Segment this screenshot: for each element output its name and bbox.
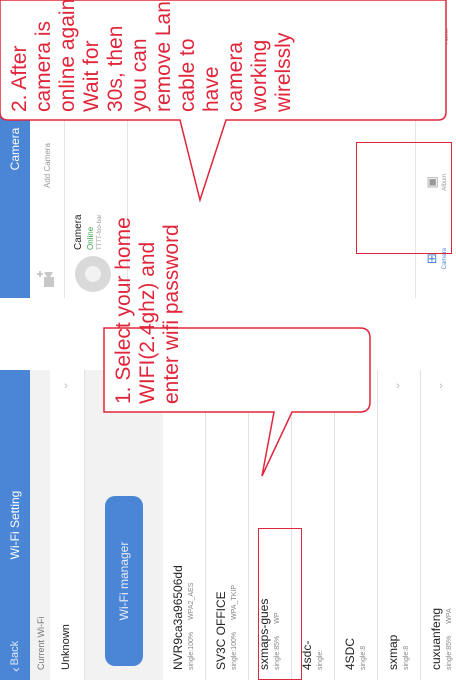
current-wifi-value: Unknown bbox=[60, 624, 72, 670]
network-row[interactable]: NVR9ca3a96506dd single:100%WPA2_AES › bbox=[163, 370, 206, 680]
network-ssid: cuxuanfeng bbox=[429, 607, 443, 670]
chevron-right-icon: › bbox=[396, 379, 400, 392]
network-meta: single:8 bbox=[360, 622, 367, 670]
network-security: WP bbox=[274, 612, 281, 624]
callout-line: have camera bbox=[200, 41, 247, 112]
network-row[interactable]: sxmap single:8 › bbox=[378, 370, 421, 680]
network-list: NVR9ca3a96506dd single:100%WPA2_AES › SV3C … bbox=[163, 370, 456, 680]
add-camera-label: Add Camera bbox=[42, 143, 52, 188]
network-row[interactable]: 4SDC single:8 › bbox=[335, 370, 378, 680]
network-meta: single:100% WPA2_AES bbox=[188, 571, 195, 670]
network-ssid: 4SDC bbox=[343, 637, 357, 670]
network-ssid: NVR9ca3a96506dd bbox=[171, 565, 185, 670]
camera-status: Online bbox=[86, 226, 95, 250]
network-meta: single: bbox=[317, 626, 324, 670]
tab-label: Camera bbox=[442, 248, 448, 270]
back-label: Back bbox=[9, 640, 21, 666]
network-ssid: SV3C OFFICE bbox=[214, 591, 228, 670]
camera-icon: ⊞ bbox=[424, 253, 439, 265]
network-signal: single:85% bbox=[446, 635, 453, 670]
callout-line: 2. After camera is bbox=[8, 20, 55, 112]
chevron-left-icon: ‹ bbox=[7, 667, 23, 672]
network-signal: single:8 bbox=[403, 645, 410, 670]
network-row[interactable]: cuxuanfeng single:85% WPA › bbox=[421, 370, 456, 680]
callout-line: remove Lan cable to bbox=[152, 1, 199, 112]
camera-id: TTTT-foo-bar bbox=[97, 214, 103, 250]
tab-label: Album bbox=[442, 173, 448, 191]
about-icon: ⓘ bbox=[425, 29, 441, 43]
network-meta: single:85% WP bbox=[274, 600, 281, 670]
chevron-right-icon: › bbox=[224, 379, 228, 392]
chevron-right-icon: › bbox=[439, 379, 443, 392]
network-ssid: sxmaps-gues bbox=[257, 598, 271, 670]
network-ssid: sxmap bbox=[386, 634, 400, 670]
network-meta: single:85% WPA bbox=[446, 596, 453, 670]
tab-label: About bbox=[443, 28, 450, 45]
network-meta: single:100% WPA_TKIP bbox=[231, 573, 238, 670]
wifi-navbar: ‹ Back Wi-Fi Setting bbox=[0, 370, 30, 680]
callout-line: WIFI(2.4ghz) and bbox=[136, 241, 159, 404]
network-row[interactable]: 4sdc-single: › bbox=[292, 370, 335, 680]
network-signal: single:100% bbox=[231, 631, 238, 670]
wifi-setting-screen: ‹ Back Wi-Fi Setting Current Wi-Fi Unkno… bbox=[0, 370, 456, 680]
camera-thumbnail bbox=[75, 256, 111, 292]
network-signal: single:100% bbox=[188, 631, 195, 670]
add-camera-icon bbox=[37, 271, 54, 287]
network-signal: single: bbox=[317, 649, 324, 670]
callout-line: 1. Select your home bbox=[112, 217, 135, 404]
network-row[interactable]: SV3C OFFICE single:100% WPA_TKIP › bbox=[206, 370, 249, 680]
chevron-right-icon: › bbox=[353, 379, 357, 392]
tab-camera[interactable]: ⊞ Camera bbox=[416, 248, 456, 269]
camera-name: Camera bbox=[73, 214, 84, 250]
callout-1-text: 1. Select your home WIFI(2.4ghz) and enter… bbox=[112, 154, 184, 404]
chevron-right-icon: › bbox=[310, 379, 314, 392]
page-title: Camera bbox=[8, 127, 22, 171]
tab-album[interactable]: ▣ Album bbox=[416, 174, 456, 191]
wifi-manager-area: Wi-Fi manager bbox=[85, 370, 163, 680]
network-security: WPA_TKIP bbox=[231, 584, 238, 620]
network-ssid: 4sdc- bbox=[300, 640, 314, 670]
rotated-stage: ‹ Back Wi-Fi Setting Current Wi-Fi Unkno… bbox=[0, 0, 456, 680]
back-button[interactable]: ‹ Back bbox=[0, 641, 30, 672]
chevron-right-icon: › bbox=[267, 379, 271, 392]
current-wifi-row[interactable]: Unknown › bbox=[50, 370, 85, 680]
tab-alarm[interactable]: ✲ alarm bbox=[416, 102, 456, 117]
tab-bar: ⊞ Camera ▣ Album ✲ alarm ⓘ About bbox=[415, 0, 456, 298]
network-row[interactable]: sxmaps-gues single:85% WP › bbox=[249, 370, 292, 680]
callout-2-text: 2. After camera is online again, Wait for… bbox=[8, 0, 296, 112]
tab-label: alarm bbox=[442, 101, 448, 117]
tab-about[interactable]: ⓘ About bbox=[416, 29, 456, 45]
network-meta: single:8 bbox=[403, 622, 410, 670]
current-wifi-label: Current Wi-Fi bbox=[30, 370, 50, 680]
wifi-manager-button[interactable]: Wi-Fi manager bbox=[105, 496, 143, 666]
network-security: WPA bbox=[446, 608, 453, 624]
album-icon: ▣ bbox=[424, 176, 439, 189]
alarm-icon: ✲ bbox=[424, 103, 439, 115]
callout-line: enter wifi password bbox=[160, 224, 183, 404]
chevron-right-icon: › bbox=[64, 379, 68, 392]
callout-line: working wirelssly bbox=[248, 32, 295, 112]
network-signal: single:85% bbox=[274, 635, 281, 670]
network-signal: single:8 bbox=[360, 645, 367, 670]
network-security: WPA2_AES bbox=[188, 582, 195, 620]
callout-line: 30s, then you can bbox=[104, 25, 151, 112]
page-title: Wi-Fi Setting bbox=[8, 490, 22, 560]
callout-line: online again, Wait for bbox=[56, 0, 103, 112]
